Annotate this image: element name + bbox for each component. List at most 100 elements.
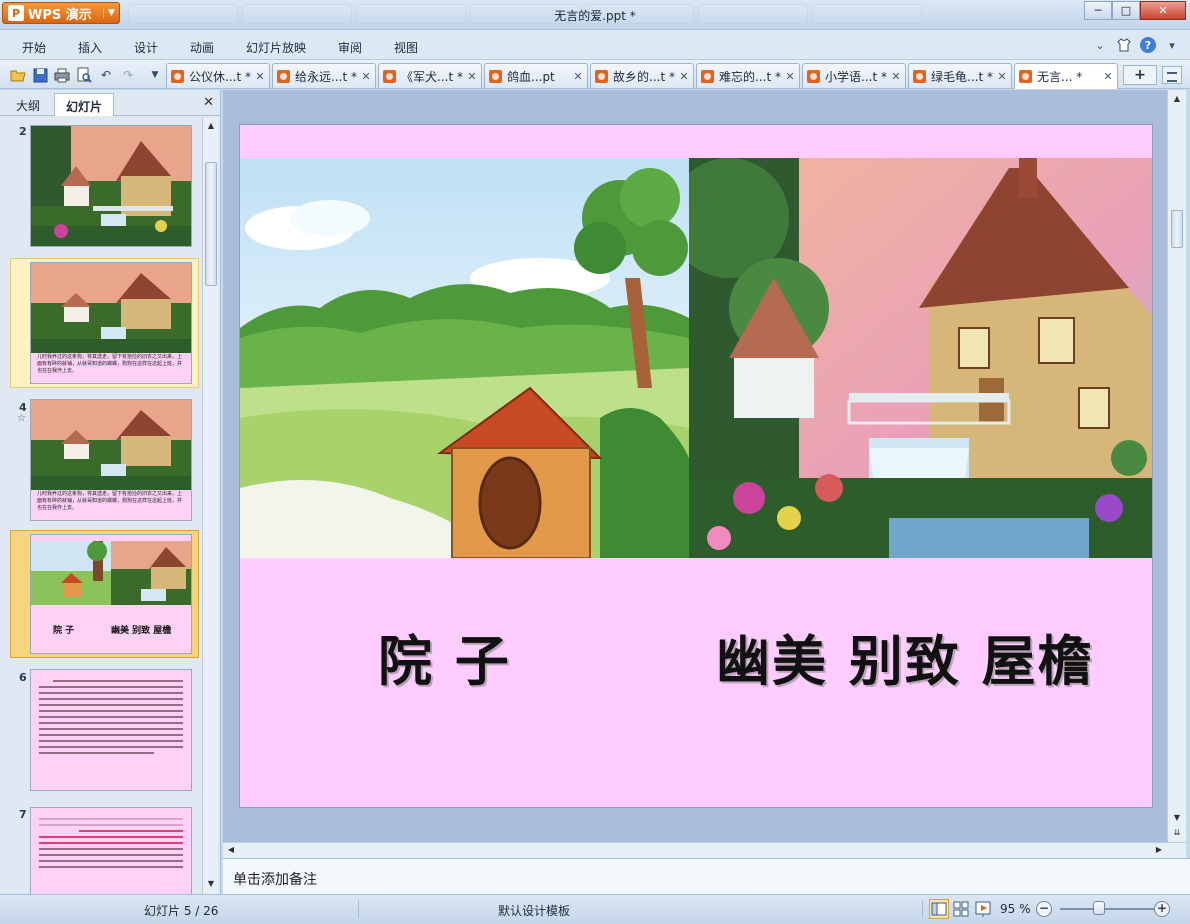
collapse-ribbon-icon[interactable]: ⌄ (1092, 37, 1108, 53)
doc-tab-9-active[interactable]: 无言... * ✕ (1014, 63, 1118, 89)
tab-close-icon[interactable]: ✕ (890, 70, 902, 83)
tab-close-icon[interactable]: ✕ (784, 70, 796, 83)
print-icon[interactable] (53, 66, 71, 84)
normal-view-icon[interactable] (929, 899, 949, 919)
scroll-up-icon[interactable]: ▲ (1171, 93, 1183, 105)
doc-tab-3[interactable]: 《军犬...t * ✕ (378, 63, 482, 88)
slide-thumbnail-7[interactable] (10, 804, 199, 894)
undo-icon[interactable]: ↶ (97, 66, 115, 84)
tab-close-icon[interactable]: ✕ (996, 70, 1008, 83)
slide-thumbnail-2[interactable] (10, 122, 199, 250)
doc-tab-6[interactable]: 难忘的...t * ✕ (696, 63, 800, 88)
doc-tab-7[interactable]: 小学语...t * ✕ (802, 63, 906, 88)
scrollbar-thumb[interactable] (205, 162, 217, 286)
tab-close-icon[interactable]: ✕ (1102, 70, 1114, 83)
save-icon[interactable] (31, 66, 49, 84)
thumbnail-canvas (30, 807, 192, 894)
tab-slides[interactable]: 幻灯片 (54, 93, 114, 116)
skin-shirt-icon[interactable] (1116, 37, 1132, 53)
caption-descriptions[interactable]: 幽美 别致 屋檐 (716, 617, 1094, 696)
new-tab-button[interactable]: + (1123, 65, 1157, 85)
thumbnail-caption-right: 幽美 别致 屋檐 (111, 626, 172, 636)
toolbar-dropdown-icon[interactable]: ▼ (146, 66, 164, 84)
cottage-picture-mini (31, 126, 191, 246)
cottage-garden-picture[interactable] (689, 158, 1152, 558)
slide-thumbnail-4[interactable]: 儿时我养过的这条狗，将其送走，留下有拾捡的旧衣之又出来，上面有有碎的就铺，从就哥… (10, 396, 199, 524)
ppt-file-icon (807, 69, 820, 83)
tab-close-icon[interactable]: ✕ (254, 70, 266, 83)
help-icon[interactable]: ? (1140, 37, 1156, 53)
slide-sorter-view-icon[interactable] (951, 899, 971, 919)
redo-icon[interactable]: ↷ (119, 66, 137, 84)
doc-tab-4[interactable]: 鸽血...pt ✕ (484, 63, 588, 88)
doc-tab-label: 无言... * (1037, 70, 1083, 84)
tab-close-icon[interactable]: ✕ (678, 70, 690, 83)
tab-close-icon[interactable]: ✕ (572, 70, 584, 83)
thumbnail-text-lines (39, 676, 183, 758)
current-slide[interactable]: 院 子 幽美 别致 屋檐 (239, 124, 1153, 808)
tab-close-icon[interactable]: ✕ (466, 70, 478, 83)
cottage-picture-mini (31, 400, 191, 490)
notes-placeholder[interactable]: 单击添加备注 (233, 869, 317, 889)
ppt-file-icon (489, 69, 502, 83)
zoom-in-button[interactable]: + (1154, 901, 1170, 917)
slide-thumbnail-6[interactable] (10, 666, 199, 794)
menu-design[interactable]: 设计 (134, 39, 158, 56)
slide-counter: 幻灯片 5 / 26 (144, 904, 219, 918)
slide-vertical-scrollbar[interactable]: ▲ ▼ ⇊ (1167, 90, 1186, 842)
scroll-down-icon[interactable]: ▼ (1171, 812, 1183, 824)
minimize-button[interactable]: ─ (1084, 1, 1112, 20)
doc-tab-label: 小学语...t * (825, 69, 887, 84)
caption-yard[interactable]: 院 子 (378, 617, 511, 696)
doc-tab-1[interactable]: 公仪休...t * ✕ (166, 63, 270, 88)
thumbnail-text: 儿时我养过的这条狗，将其送走，留下有拾捡的旧衣之又出来，上面有有碎的就铺，从就哥… (37, 491, 183, 511)
ppt-file-icon (701, 69, 714, 83)
doc-tab-label: 公仪休...t * (189, 69, 251, 84)
notes-pane[interactable]: 单击添加备注 (223, 858, 1190, 894)
scroll-up-icon[interactable]: ▲ (205, 120, 217, 132)
zoom-slider-handle[interactable] (1093, 901, 1105, 915)
maximize-button[interactable]: □ (1112, 1, 1140, 20)
menu-animation[interactable]: 动画 (190, 39, 214, 56)
close-button[interactable]: ✕ (1140, 1, 1186, 20)
next-slide-icon[interactable]: ⇊ (1171, 827, 1183, 839)
help-dropdown-icon[interactable]: ▾ (1164, 37, 1180, 53)
thumbnail-list: 2 儿时我养过的这条狗，将其送走，留下有拾捡的旧衣之又出来，上面有有碎的就铺，从… (0, 118, 202, 894)
zoom-slider-track[interactable] (1060, 908, 1154, 910)
thumbnail-canvas (30, 669, 192, 791)
zoom-level[interactable]: 95 % (1000, 902, 1031, 916)
title-bar: P WPS 演示 ▼ 无言的爱.ppt * ─ □ ✕ (0, 0, 1190, 30)
doc-tab-2[interactable]: 给永远...t * ✕ (272, 63, 376, 88)
tab-outline[interactable]: 大纲 (5, 93, 51, 116)
doc-tab-8[interactable]: 绿毛龟...t * ✕ (908, 63, 1012, 88)
ppt-file-icon (171, 69, 184, 83)
print-preview-icon[interactable] (75, 66, 93, 84)
menu-view[interactable]: 视图 (394, 39, 418, 56)
scroll-left-icon[interactable]: ◀ (225, 844, 237, 856)
slideshow-view-icon[interactable] (973, 899, 993, 919)
scroll-down-icon[interactable]: ▼ (205, 878, 217, 890)
slide-thumbnail-5-selected[interactable]: 院 子 幽美 别致 屋檐 (10, 530, 199, 658)
open-folder-icon[interactable] (9, 66, 27, 84)
scrollbar-thumb[interactable] (1171, 210, 1183, 248)
slide-thumbnail-3[interactable]: 儿时我养过的这条狗，将其送走，留下有拾捡的旧衣之又出来，上面有有碎的就铺，从就哥… (10, 258, 199, 388)
scroll-right-icon[interactable]: ▶ (1153, 844, 1165, 856)
menu-slideshow[interactable]: 幻灯片放映 (246, 39, 306, 56)
window-controls: ─ □ ✕ (1084, 1, 1186, 20)
doc-tab-label: 绿毛龟...t * (931, 69, 993, 84)
quick-toolbar: ↶ ↷ ▼ 公仪休...t * ✕ 给永远...t * ✕ 《军犬...t * … (0, 60, 1190, 89)
doc-tab-5[interactable]: 故乡的...t * ✕ (590, 63, 694, 88)
menu-home[interactable]: 开始 (22, 39, 46, 56)
thumbnail-scrollbar[interactable]: ▲ ▼ (202, 118, 218, 894)
pane-close-icon[interactable]: ✕ (203, 95, 214, 110)
doc-tab-label: 难忘的...t * (719, 69, 781, 84)
slide-horizontal-scrollbar[interactable]: ◀ ▶ (223, 842, 1186, 858)
menu-review[interactable]: 审阅 (338, 39, 362, 56)
tab-close-icon[interactable]: ✕ (360, 70, 372, 83)
tab-list-icon[interactable] (1162, 66, 1182, 84)
slide5-pictures-mini (31, 541, 191, 605)
zoom-out-button[interactable]: − (1036, 901, 1052, 917)
yard-doghouse-picture[interactable] (240, 158, 689, 558)
menu-insert[interactable]: 插入 (78, 39, 102, 56)
thumbnail-caption-left: 院 子 (53, 626, 75, 636)
